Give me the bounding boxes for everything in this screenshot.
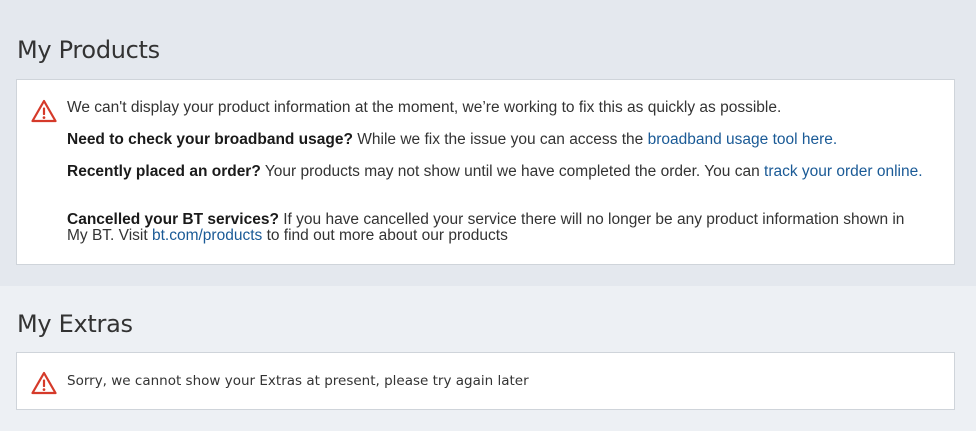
extras-error-panel: Sorry, we cannot show your Extras at pre… [16,352,955,410]
extras-title: My Extras [17,310,133,338]
extras-error-message: Sorry, we cannot show your Extras at pre… [67,373,529,389]
products-section: My Products We can't display your produc… [0,0,976,286]
warning-icon [31,99,57,123]
broadband-usage-message: Need to check your broadband usage? Whil… [67,132,928,148]
track-order-link[interactable]: track your order online. [764,163,923,180]
products-intro-text: We can't display your product informatio… [67,99,782,116]
broadband-usage-link[interactable]: broadband usage tool here. [648,131,838,148]
broadband-usage-text: While we fix the issue you can access th… [352,131,648,148]
extras-section: My Extras Sorry, we cannot show your Ext… [0,286,976,431]
warning-icon [31,371,57,395]
recent-order-text: Your products may not show until we have… [260,163,765,180]
broadband-usage-heading: Need to check your broadband usage? [67,131,353,148]
bt-products-link[interactable]: bt.com/products [152,227,262,244]
cancelled-services-text-after: to find out more about our products [262,227,508,244]
cancelled-services-message: Cancelled your BT services? If you have … [67,212,928,244]
cancelled-services-heading: Cancelled your BT services? [67,211,279,228]
products-error-panel: We can't display your product informatio… [16,79,955,265]
recent-order-message: Recently placed an order? Your products … [67,164,928,180]
products-title: My Products [17,36,160,64]
recent-order-heading: Recently placed an order? [67,163,261,180]
